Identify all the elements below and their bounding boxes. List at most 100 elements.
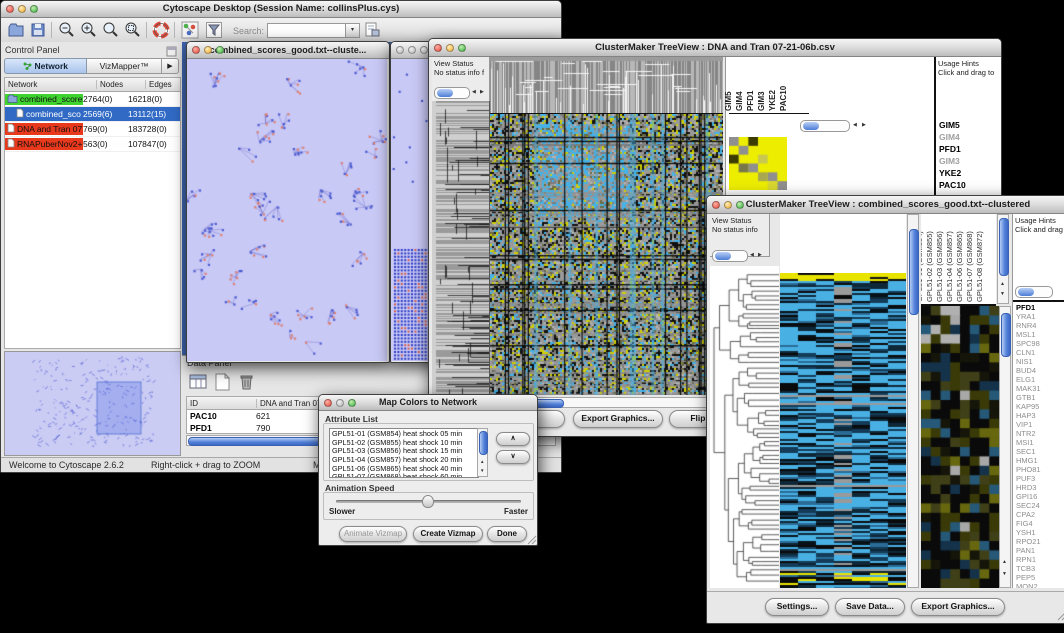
tv2-zoom-heatmap[interactable] [921, 306, 999, 588]
dialog-titlebar[interactable]: Map Colors to Network [319, 395, 537, 411]
network-tree-row[interactable]: DNA and Tran 07769(0)183728(0) [5, 122, 180, 137]
tv1-row-label[interactable]: PFD1 [939, 143, 966, 155]
attribute-list-item[interactable]: GPL51-02 (GSM855) heat shock 10 min [332, 439, 478, 448]
tv1-row-label[interactable]: GIM5 [939, 119, 966, 131]
slider-right-arrow[interactable]: ▶ [758, 251, 762, 260]
resize-grip[interactable] [527, 535, 537, 545]
search-input[interactable] [267, 23, 347, 38]
minimize-button[interactable] [408, 46, 416, 54]
scroll-up-arrow[interactable]: ▲ [480, 459, 484, 464]
gene-label[interactable]: TCB3 [1016, 564, 1041, 573]
gene-label[interactable]: RPO21 [1016, 537, 1041, 546]
tv2-save-data-button[interactable]: Save Data... [835, 598, 905, 616]
tv2-heatmap[interactable] [780, 273, 906, 588]
gene-label[interactable]: YRA1 [1016, 312, 1041, 321]
move-down-button[interactable]: ∨ [496, 450, 530, 464]
tv1-row-label[interactable]: YKE2 [939, 167, 966, 179]
tv2-gene-list[interactable]: PFD1YRA1RNR4MSL1SPC98CLN1NIS1BUD4ELG1MAK… [1016, 303, 1041, 588]
window-controls[interactable] [6, 5, 38, 13]
attribute-list-item[interactable]: GPL51-03 (GSM856) heat shock 15 min [332, 447, 478, 456]
close-button[interactable] [396, 46, 404, 54]
zoom-fit-icon[interactable] [102, 21, 120, 39]
gene-label[interactable]: MSL1 [1016, 330, 1041, 339]
tv1-export-graphics-button[interactable]: Export Graphics... [573, 410, 663, 428]
network-tree-row[interactable]: combined_scores2764(0)16218(0) [5, 92, 180, 107]
zoom-button[interactable] [216, 46, 224, 54]
gene-label[interactable]: MSI1 [1016, 438, 1041, 447]
close-button[interactable] [434, 44, 442, 52]
gene-label[interactable]: SPC98 [1016, 339, 1041, 348]
zoom-button[interactable] [458, 44, 466, 52]
scroll-up-arrow[interactable]: ▲ [1002, 559, 1007, 565]
attribute-list-item[interactable]: GPL51-07 (GSM868) heat shock 60 min [332, 473, 478, 478]
new-attribute-icon[interactable] [212, 372, 232, 397]
gene-label[interactable]: NIS1 [1016, 357, 1041, 366]
slider-left-arrow[interactable]: ◀ [750, 251, 754, 260]
attribute-list-item[interactable]: GPL51-01 (GSM854) heat shock 05 min [332, 430, 478, 439]
close-button[interactable] [6, 5, 14, 13]
tv2-settings-button[interactable]: Settings... [765, 598, 829, 616]
gene-label[interactable]: NTR2 [1016, 429, 1041, 438]
tv1-similarity-matrix[interactable] [729, 137, 787, 190]
gene-label[interactable]: KAP95 [1016, 402, 1041, 411]
scroll-up-arrow[interactable]: ▲ [1000, 281, 1005, 287]
network-overview-panel[interactable] [4, 351, 181, 456]
treeview1-titlebar[interactable]: ClusterMaker TreeView : DNA and Tran 07-… [429, 39, 1001, 57]
zoom-button[interactable] [30, 5, 38, 13]
open-file-icon[interactable] [7, 21, 25, 39]
tv2-export-graphics-button[interactable]: Export Graphics... [911, 598, 1005, 616]
col-nodes[interactable]: Nodes [97, 80, 146, 89]
gene-label[interactable]: HAP3 [1016, 411, 1041, 420]
tv1-heatmap[interactable] [490, 114, 723, 395]
gene-label[interactable]: MAK31 [1016, 384, 1041, 393]
attribute-list-item[interactable]: GPL51-06 (GSM865) heat shock 40 min [332, 465, 478, 474]
tv1-matrix-zoom-slider[interactable] [800, 120, 850, 132]
gene-label[interactable]: PHO81 [1016, 465, 1041, 474]
zoom-button[interactable] [736, 201, 744, 209]
gene-label[interactable]: GTB1 [1016, 393, 1041, 402]
close-button[interactable] [192, 46, 200, 54]
gene-label[interactable]: CPA2 [1016, 510, 1041, 519]
tab-vizmapper[interactable]: VizMapper™ [87, 58, 162, 74]
col-network[interactable]: Network [5, 80, 97, 89]
zoom-in-icon[interactable] [80, 21, 98, 39]
tv2-zoom-slider[interactable] [712, 250, 748, 262]
zoom-selected-icon[interactable] [124, 21, 142, 39]
tv2-gene-zoom-slider[interactable] [1015, 286, 1053, 298]
tv2-row-dendrogram[interactable] [710, 266, 779, 588]
save-icon[interactable] [29, 21, 47, 39]
network-canvas-1[interactable] [187, 59, 387, 361]
network-tree-row[interactable]: combined_sco2569(6)13112(15) [5, 107, 180, 122]
animate-vizmap-button[interactable]: Animate Vizmap [339, 526, 407, 542]
tv1-zoom-slider[interactable] [434, 87, 470, 99]
close-button[interactable] [324, 399, 332, 407]
tv1-row-dendrogram[interactable] [432, 101, 490, 395]
gene-label[interactable]: HMG1 [1016, 456, 1041, 465]
gene-label[interactable]: MON2 [1016, 582, 1041, 588]
vizmapper-nodes-icon[interactable] [181, 21, 199, 39]
scroll-down-arrow[interactable]: ▼ [1000, 291, 1005, 297]
gene-label[interactable]: HRD3 [1016, 483, 1041, 492]
treeview2-titlebar[interactable]: ClusterMaker TreeView : combined_scores_… [707, 196, 1064, 214]
gene-label[interactable]: PUF3 [1016, 474, 1041, 483]
gene-label[interactable]: RPN1 [1016, 555, 1041, 564]
gene-label[interactable]: BUD4 [1016, 366, 1041, 375]
tv2-zoom-scrollbar[interactable]: ▲ ▼ [999, 306, 1011, 588]
tab-overflow-arrow[interactable]: ▶ [162, 58, 179, 74]
create-vizmap-button[interactable]: Create Vizmap [413, 526, 483, 542]
zoom-button[interactable] [420, 46, 428, 54]
minimize-button[interactable] [336, 399, 344, 407]
col-edges[interactable]: Edges [146, 80, 180, 89]
col-id[interactable]: ID [187, 399, 257, 408]
tab-network[interactable]: Network [4, 58, 87, 74]
table-mode-icon[interactable] [188, 372, 208, 397]
gene-label[interactable]: VIP1 [1016, 420, 1041, 429]
attribute-list-item[interactable]: GPL51-04 (GSM857) heat shock 20 min [332, 456, 478, 465]
speed-slider-thumb[interactable] [422, 495, 434, 508]
minimize-button[interactable] [724, 201, 732, 209]
tv2-vscrollbar[interactable] [907, 214, 919, 588]
slider-left-arrow[interactable]: ◀ [853, 121, 857, 130]
gene-label[interactable]: YSH1 [1016, 528, 1041, 537]
gene-label[interactable]: SEC1 [1016, 447, 1041, 456]
slider-right-arrow[interactable]: ▶ [480, 88, 484, 97]
